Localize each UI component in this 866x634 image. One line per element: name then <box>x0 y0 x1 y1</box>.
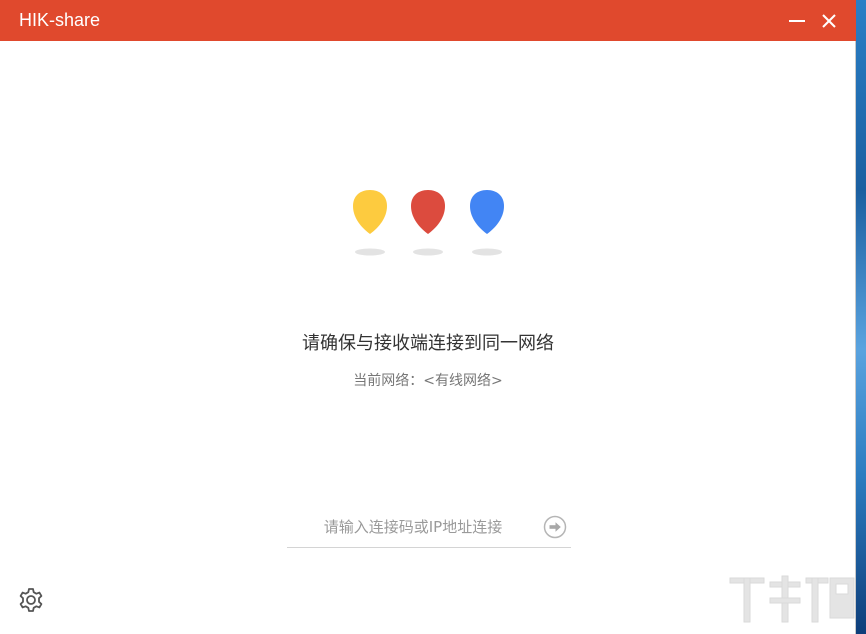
app-window: HIK-share 请确保与接收端连接到同一网络 当前网络：<有线网络> 请输入… <box>0 0 856 634</box>
desktop-background <box>856 0 866 634</box>
connect-code-box <box>287 508 571 548</box>
connect-go-button[interactable] <box>543 515 567 539</box>
current-network-value: <有线网络> <box>423 373 503 389</box>
settings-button[interactable] <box>17 586 45 614</box>
close-icon <box>822 14 836 28</box>
app-title: HIK-share <box>19 10 101 30</box>
current-network-label: 当前网络： <box>353 373 424 389</box>
current-network: 当前网络：<有线网络> <box>0 370 856 392</box>
arrow-right-circle-icon <box>543 515 567 539</box>
red-pin-icon <box>411 190 445 256</box>
blue-pin-icon <box>470 190 504 256</box>
minimize-icon <box>789 20 805 22</box>
title-bar[interactable]: HIK-share <box>0 0 856 41</box>
close-button[interactable] <box>814 6 844 36</box>
connect-code-input[interactable] <box>295 514 531 540</box>
site-watermark-logo <box>729 575 855 623</box>
yellow-pin-icon <box>353 190 387 256</box>
gear-icon <box>19 588 43 612</box>
network-instruction: 请确保与接收端连接到同一网络 <box>302 333 554 354</box>
searching-pins-illustration <box>353 190 504 256</box>
minimize-button[interactable] <box>782 6 812 36</box>
